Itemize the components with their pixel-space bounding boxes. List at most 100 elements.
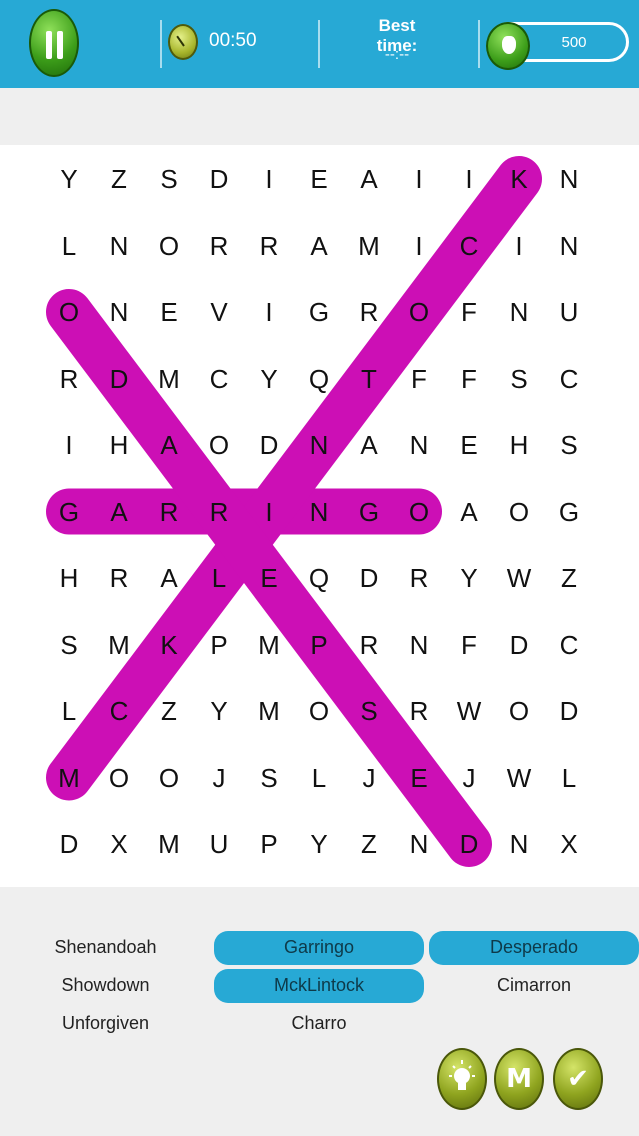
grid-letter[interactable]: L [199, 558, 239, 598]
grid-letter[interactable]: R [399, 558, 439, 598]
grid-letter[interactable]: O [99, 758, 139, 798]
grid-letter[interactable]: A [449, 492, 489, 532]
grid-letter[interactable]: W [499, 558, 539, 598]
grid-letter[interactable]: A [299, 226, 339, 266]
grid-letter[interactable]: D [349, 558, 389, 598]
grid-letter[interactable]: O [399, 492, 439, 532]
grid-letter[interactable]: D [99, 359, 139, 399]
grid-letter[interactable]: S [249, 758, 289, 798]
grid-letter[interactable]: N [99, 226, 139, 266]
grid-letter[interactable]: M [149, 824, 189, 864]
grid-letter[interactable]: G [49, 492, 89, 532]
grid-letter[interactable]: C [549, 359, 589, 399]
grid-letter[interactable]: K [499, 159, 539, 199]
grid-letter[interactable]: Y [249, 359, 289, 399]
grid-letter[interactable]: A [99, 492, 139, 532]
grid-letter[interactable]: F [399, 359, 439, 399]
m-button[interactable]: M [494, 1048, 544, 1110]
grid-letter[interactable]: Q [299, 359, 339, 399]
grid-letter[interactable]: M [249, 691, 289, 731]
grid-letter[interactable]: F [449, 625, 489, 665]
grid-letter[interactable]: G [349, 492, 389, 532]
grid-letter[interactable]: L [49, 226, 89, 266]
grid-letter[interactable]: C [99, 691, 139, 731]
grid-letter[interactable]: I [49, 425, 89, 465]
grid-letter[interactable]: U [549, 292, 589, 332]
grid-letter[interactable]: A [149, 558, 189, 598]
grid-letter[interactable]: E [249, 558, 289, 598]
grid-letter[interactable]: A [349, 425, 389, 465]
grid-letter[interactable]: Q [299, 558, 339, 598]
grid-letter[interactable]: E [149, 292, 189, 332]
money-bag-icon[interactable] [486, 22, 530, 70]
grid-letter[interactable]: N [299, 425, 339, 465]
grid-letter[interactable]: R [199, 492, 239, 532]
grid-letter[interactable]: E [399, 758, 439, 798]
grid-letter[interactable]: V [199, 292, 239, 332]
grid-letter[interactable]: Z [149, 691, 189, 731]
grid-letter[interactable]: R [199, 226, 239, 266]
grid-letter[interactable]: Z [99, 159, 139, 199]
grid-letter[interactable]: H [499, 425, 539, 465]
grid-letter[interactable]: C [199, 359, 239, 399]
grid-letter[interactable]: O [149, 758, 189, 798]
grid-letter[interactable]: L [49, 691, 89, 731]
grid-letter[interactable]: X [549, 824, 589, 864]
grid-letter[interactable]: E [299, 159, 339, 199]
grid-letter[interactable]: W [499, 758, 539, 798]
word-search-board[interactable]: YZSDIEAIIKNLNORRAMICINONEVIGROFNURDMCYQT… [0, 145, 639, 887]
grid-letter[interactable]: R [349, 292, 389, 332]
grid-letter[interactable]: M [149, 359, 189, 399]
grid-letter[interactable]: Y [299, 824, 339, 864]
grid-letter[interactable]: T [349, 359, 389, 399]
grid-letter[interactable]: G [299, 292, 339, 332]
grid-letter[interactable]: H [99, 425, 139, 465]
grid-letter[interactable]: L [549, 758, 589, 798]
grid-letter[interactable]: I [249, 292, 289, 332]
grid-letter[interactable]: C [449, 226, 489, 266]
grid-letter[interactable]: D [499, 625, 539, 665]
grid-letter[interactable]: S [549, 425, 589, 465]
grid-letter[interactable]: O [499, 691, 539, 731]
grid-letter[interactable]: W [449, 691, 489, 731]
grid-letter[interactable]: Z [549, 558, 589, 598]
grid-letter[interactable]: O [499, 492, 539, 532]
grid-letter[interactable]: O [199, 425, 239, 465]
grid-letter[interactable]: Z [349, 824, 389, 864]
grid-letter[interactable]: G [549, 492, 589, 532]
grid-letter[interactable]: N [399, 824, 439, 864]
grid-letter[interactable]: R [349, 625, 389, 665]
grid-letter[interactable]: X [99, 824, 139, 864]
grid-letter[interactable]: C [549, 625, 589, 665]
grid-letter[interactable]: N [399, 425, 439, 465]
grid-letter[interactable]: R [399, 691, 439, 731]
grid-letter[interactable]: M [99, 625, 139, 665]
grid-letter[interactable]: L [299, 758, 339, 798]
grid-letter[interactable]: R [49, 359, 89, 399]
grid-letter[interactable]: R [249, 226, 289, 266]
grid-letter[interactable]: I [399, 159, 439, 199]
grid-letter[interactable]: J [199, 758, 239, 798]
grid-letter[interactable]: S [349, 691, 389, 731]
grid-letter[interactable]: N [549, 159, 589, 199]
grid-letter[interactable]: S [49, 625, 89, 665]
grid-letter[interactable]: I [249, 159, 289, 199]
grid-letter[interactable]: O [299, 691, 339, 731]
pause-button[interactable] [29, 9, 79, 77]
grid-letter[interactable]: A [149, 425, 189, 465]
grid-letter[interactable]: K [149, 625, 189, 665]
grid-letter[interactable]: A [349, 159, 389, 199]
grid-letter[interactable]: D [199, 159, 239, 199]
grid-letter[interactable]: J [349, 758, 389, 798]
grid-letter[interactable]: O [49, 292, 89, 332]
grid-letter[interactable]: N [299, 492, 339, 532]
grid-letter[interactable]: Y [199, 691, 239, 731]
grid-letter[interactable]: N [499, 292, 539, 332]
grid-letter[interactable]: D [449, 824, 489, 864]
grid-letter[interactable]: N [399, 625, 439, 665]
grid-letter[interactable]: N [99, 292, 139, 332]
grid-letter[interactable]: M [349, 226, 389, 266]
grid-letter[interactable]: D [49, 824, 89, 864]
grid-letter[interactable]: M [249, 625, 289, 665]
grid-letter[interactable]: U [199, 824, 239, 864]
